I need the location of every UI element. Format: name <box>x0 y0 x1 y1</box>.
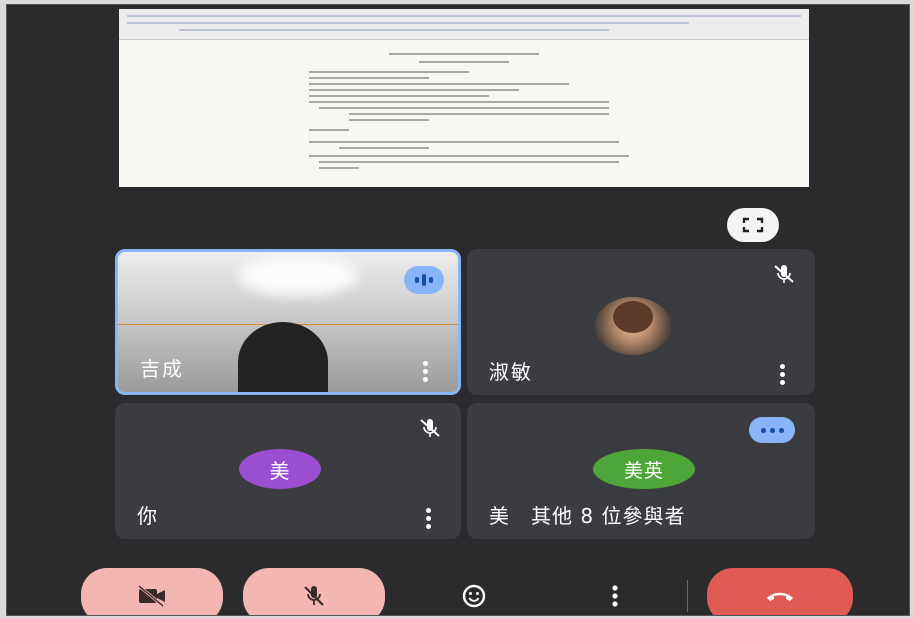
participant-photo-avatar <box>595 297 671 355</box>
emoji-icon <box>462 584 486 608</box>
more-options-button[interactable] <box>587 568 643 615</box>
fullscreen-button[interactable] <box>727 208 779 242</box>
mic-toggle-button[interactable] <box>243 568 385 615</box>
camera-off-icon <box>138 584 165 608</box>
tile-options-button[interactable] <box>771 363 793 385</box>
participant-name: 你 <box>137 504 159 528</box>
shared-screen <box>119 9 809 187</box>
participant-name: 吉成 <box>140 357 184 381</box>
tile-options-button[interactable] <box>414 360 436 382</box>
participant-tile-1[interactable]: 吉成 <box>115 249 461 395</box>
participant-name: 淑敏 <box>489 360 533 384</box>
fullscreen-icon <box>742 217 764 233</box>
participant-name: 美 其他 8 位參與者 <box>489 504 686 528</box>
more-participants-icon <box>749 417 795 443</box>
more-vert-icon <box>612 585 618 607</box>
mic-off-icon <box>304 586 324 606</box>
controls-divider <box>687 580 688 612</box>
participant-tile-others[interactable]: 美英 美 其他 8 位參與者 <box>467 403 815 539</box>
leave-call-button[interactable] <box>707 568 853 615</box>
participant-tile-2[interactable]: 淑敏 <box>467 249 815 395</box>
mic-off-icon <box>774 265 794 283</box>
participant-tile-self[interactable]: 美 你 <box>115 403 461 539</box>
speaking-indicator-icon <box>404 266 444 294</box>
hang-up-icon <box>767 592 793 601</box>
mic-off-icon <box>420 419 440 437</box>
avatar: 美英 <box>593 449 695 489</box>
avatar: 美 <box>239 449 321 489</box>
shared-doc-toolbar <box>119 9 809 40</box>
meeting-window: 吉成 淑敏 美 你 美英 美 其他 8 位參與者 <box>6 4 910 616</box>
tile-options-button[interactable] <box>417 507 439 529</box>
reactions-button[interactable] <box>439 568 509 615</box>
camera-toggle-button[interactable] <box>81 568 223 615</box>
